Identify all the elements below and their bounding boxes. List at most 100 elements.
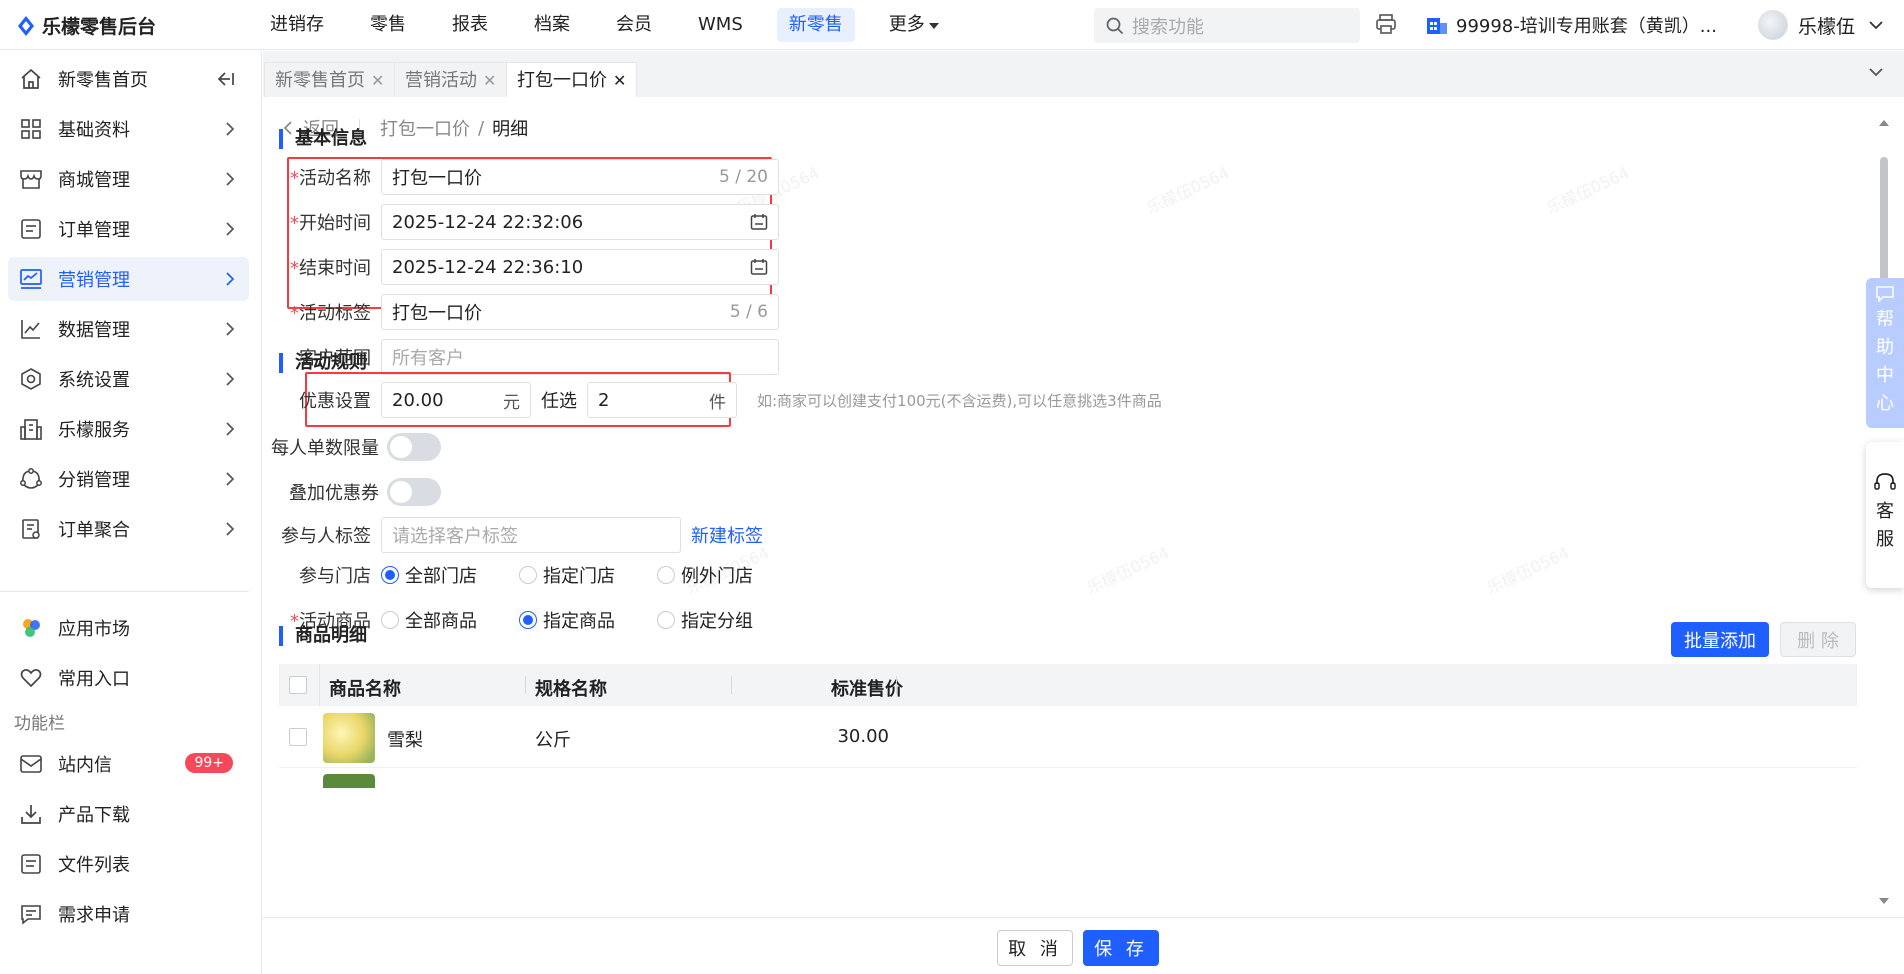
section-title-rules: 活动规则 — [279, 353, 367, 373]
account-switcher[interactable]: 99998-培训专用账套（黄凯）... — [1426, 12, 1717, 38]
sidebar-item-app-market[interactable]: 应用市场 — [8, 606, 249, 650]
per-user-limit-toggle[interactable] — [387, 433, 441, 461]
sidebar-item-basic-data[interactable]: 基础资料 — [8, 107, 249, 151]
tab-bundle-price[interactable]: 打包一口价 ✕ — [506, 62, 638, 97]
input-value: 20.00 — [392, 389, 444, 411]
nav-item-new-retail[interactable]: 新零售 — [776, 8, 855, 42]
nav-item-retail[interactable]: 零售 — [358, 8, 418, 42]
pick-count-input[interactable]: 2 件 — [587, 382, 737, 418]
close-icon[interactable]: ✕ — [371, 64, 384, 97]
sidebar-item-label: 数据管理 — [58, 320, 130, 341]
collapse-sidebar-icon[interactable] — [217, 71, 235, 87]
sidebar-item-new-retail-home[interactable]: 新零售首页 — [8, 57, 249, 101]
avatar — [1758, 10, 1788, 40]
user-menu[interactable]: 乐檬伍 — [1758, 10, 1883, 40]
unread-badge: 99+ — [185, 753, 233, 773]
main-content: 乐檬伍0564 乐檬伍0564 乐檬伍0564 乐檬伍0564 乐檬伍0564 … — [263, 97, 1904, 917]
coupon-row: 叠加优惠券 — [263, 478, 441, 506]
customer-service-float[interactable]: 客 服 — [1866, 442, 1904, 588]
sidebar-item-product-download[interactable]: 产品下载 — [8, 792, 249, 836]
tabs-dropdown-icon[interactable] — [1868, 67, 1884, 77]
end-time-picker[interactable]: 2025-12-24 22:36:10 — [381, 249, 779, 285]
delete-button[interactable]: 删 除 — [1780, 622, 1856, 657]
printer-icon[interactable] — [1374, 12, 1398, 41]
divider — [319, 664, 320, 706]
radio-all-stores[interactable]: 全部门店 — [381, 562, 477, 588]
radio-label: 指定分组 — [681, 611, 753, 632]
sidebar-item-order-aggregation[interactable]: 订单聚合 — [8, 507, 249, 551]
product-thumbnail — [323, 713, 375, 763]
participant-tags-select[interactable]: 请选择客户标签 — [381, 517, 681, 553]
sidebar-item-marketing[interactable]: 营销管理 — [8, 257, 249, 301]
help-char: 帮 — [1876, 309, 1894, 330]
select-all-checkbox[interactable] — [289, 676, 307, 694]
breadcrumb-parent[interactable]: 打包一口价 — [380, 115, 470, 141]
rule-hint: 如:商家可以创建支付100元(不含运费),可以任意挑选3件商品 — [757, 391, 1162, 410]
stores-row: 参与门店 全部门店 指定门店 例外门店 — [263, 562, 795, 588]
close-icon[interactable]: ✕ — [483, 64, 496, 97]
batch-add-button[interactable]: 批量添加 — [1671, 622, 1769, 657]
nav-item-reports[interactable]: 报表 — [440, 8, 500, 42]
radio-selected-stores[interactable]: 指定门店 — [519, 562, 615, 588]
close-icon[interactable]: ✕ — [613, 64, 626, 97]
tab-marketing-activity[interactable]: 营销活动 ✕ — [394, 62, 508, 97]
input-value: 2025-12-24 22:32:06 — [392, 211, 584, 233]
top-nav: 进销存 零售 报表 档案 会员 WMS 新零售 更多 — [258, 8, 973, 42]
product-table: 商品名称 规格名称 标准售价 雪梨 公斤 30.00 — [279, 664, 1857, 788]
customer-scope-select[interactable]: 所有客户 — [381, 339, 779, 375]
radio-selected-group[interactable]: 指定分组 — [657, 607, 753, 633]
user-name: 乐檬伍 — [1798, 15, 1856, 38]
scroll-down-icon[interactable] — [1878, 897, 1890, 905]
help-char: 心 — [1876, 393, 1894, 414]
nav-item-wms[interactable]: WMS — [686, 8, 755, 42]
list-icon — [18, 216, 44, 242]
cancel-button[interactable]: 取 消 — [997, 930, 1073, 966]
input-value: 打包一口价 — [392, 168, 482, 189]
sidebar-item-label: 乐檬服务 — [58, 420, 130, 441]
activity-name-row: *活动名称 打包一口价 5 / 20 — [263, 159, 779, 195]
sidebar-item-request[interactable]: 需求申请 — [8, 892, 249, 936]
sidebar-item-label: 订单聚合 — [58, 520, 130, 541]
new-tag-link[interactable]: 新建标签 — [691, 522, 763, 548]
search-input[interactable]: 搜索功能 — [1094, 8, 1360, 43]
calendar-icon — [750, 214, 768, 230]
scroll-up-icon[interactable] — [1878, 119, 1890, 127]
sidebar-item-inbox[interactable]: 站内信 99+ — [8, 742, 249, 786]
watermark: 乐檬伍0564 — [1483, 542, 1573, 598]
field-label: *活动名称 — [290, 168, 371, 189]
tab-new-retail-home[interactable]: 新零售首页 ✕ — [264, 62, 396, 97]
nav-item-archive[interactable]: 档案 — [522, 8, 582, 42]
sidebar-item-label: 系统设置 — [58, 370, 130, 391]
save-button[interactable]: 保 存 — [1083, 930, 1159, 966]
nav-item-member[interactable]: 会员 — [604, 8, 664, 42]
row-checkbox[interactable] — [289, 728, 307, 746]
app-logo[interactable]: 乐檬零售后台 — [16, 12, 156, 39]
logo-icon — [18, 15, 34, 36]
stack-coupon-toggle[interactable] — [387, 478, 441, 506]
sidebar-item-file-list[interactable]: 文件列表 — [8, 842, 249, 886]
sidebar-item-orders[interactable]: 订单管理 — [8, 207, 249, 251]
sidebar-item-system-settings[interactable]: 系统设置 — [8, 357, 249, 401]
help-char: 中 — [1876, 365, 1894, 386]
sidebar-item-lemeng-service[interactable]: 乐檬服务 — [8, 407, 249, 451]
sidebar-item-data[interactable]: 数据管理 — [8, 307, 249, 351]
nav-item-more[interactable]: 更多 — [877, 8, 951, 42]
help-center-float[interactable]: 帮 助 中 心 — [1866, 278, 1904, 428]
radio-excluded-stores[interactable]: 例外门店 — [657, 562, 753, 588]
activity-name-input[interactable]: 打包一口价 5 / 20 — [381, 159, 779, 195]
sidebar-item-mall[interactable]: 商城管理 — [8, 157, 249, 201]
activity-tag-input[interactable]: 打包一口价 5 / 6 — [381, 294, 779, 330]
radio-selected-goods[interactable]: 指定商品 — [519, 607, 615, 633]
radio-all-goods[interactable]: 全部商品 — [381, 607, 477, 633]
sidebar-item-distribution[interactable]: 分销管理 — [8, 457, 249, 501]
chevron-right-icon — [226, 172, 235, 186]
price-input[interactable]: 20.00 元 — [381, 382, 531, 418]
sidebar-item-label: 营销管理 — [58, 270, 130, 291]
nav-item-inventory[interactable]: 进销存 — [258, 8, 336, 42]
field-label: *结束时间 — [290, 258, 371, 279]
sidebar-item-label: 应用市场 — [58, 619, 130, 640]
app-logo-text: 乐檬零售后台 — [42, 16, 157, 38]
sidebar-item-favorites[interactable]: 常用入口 — [8, 656, 249, 700]
radio-circle — [519, 611, 537, 629]
start-time-picker[interactable]: 2025-12-24 22:32:06 — [381, 204, 779, 240]
